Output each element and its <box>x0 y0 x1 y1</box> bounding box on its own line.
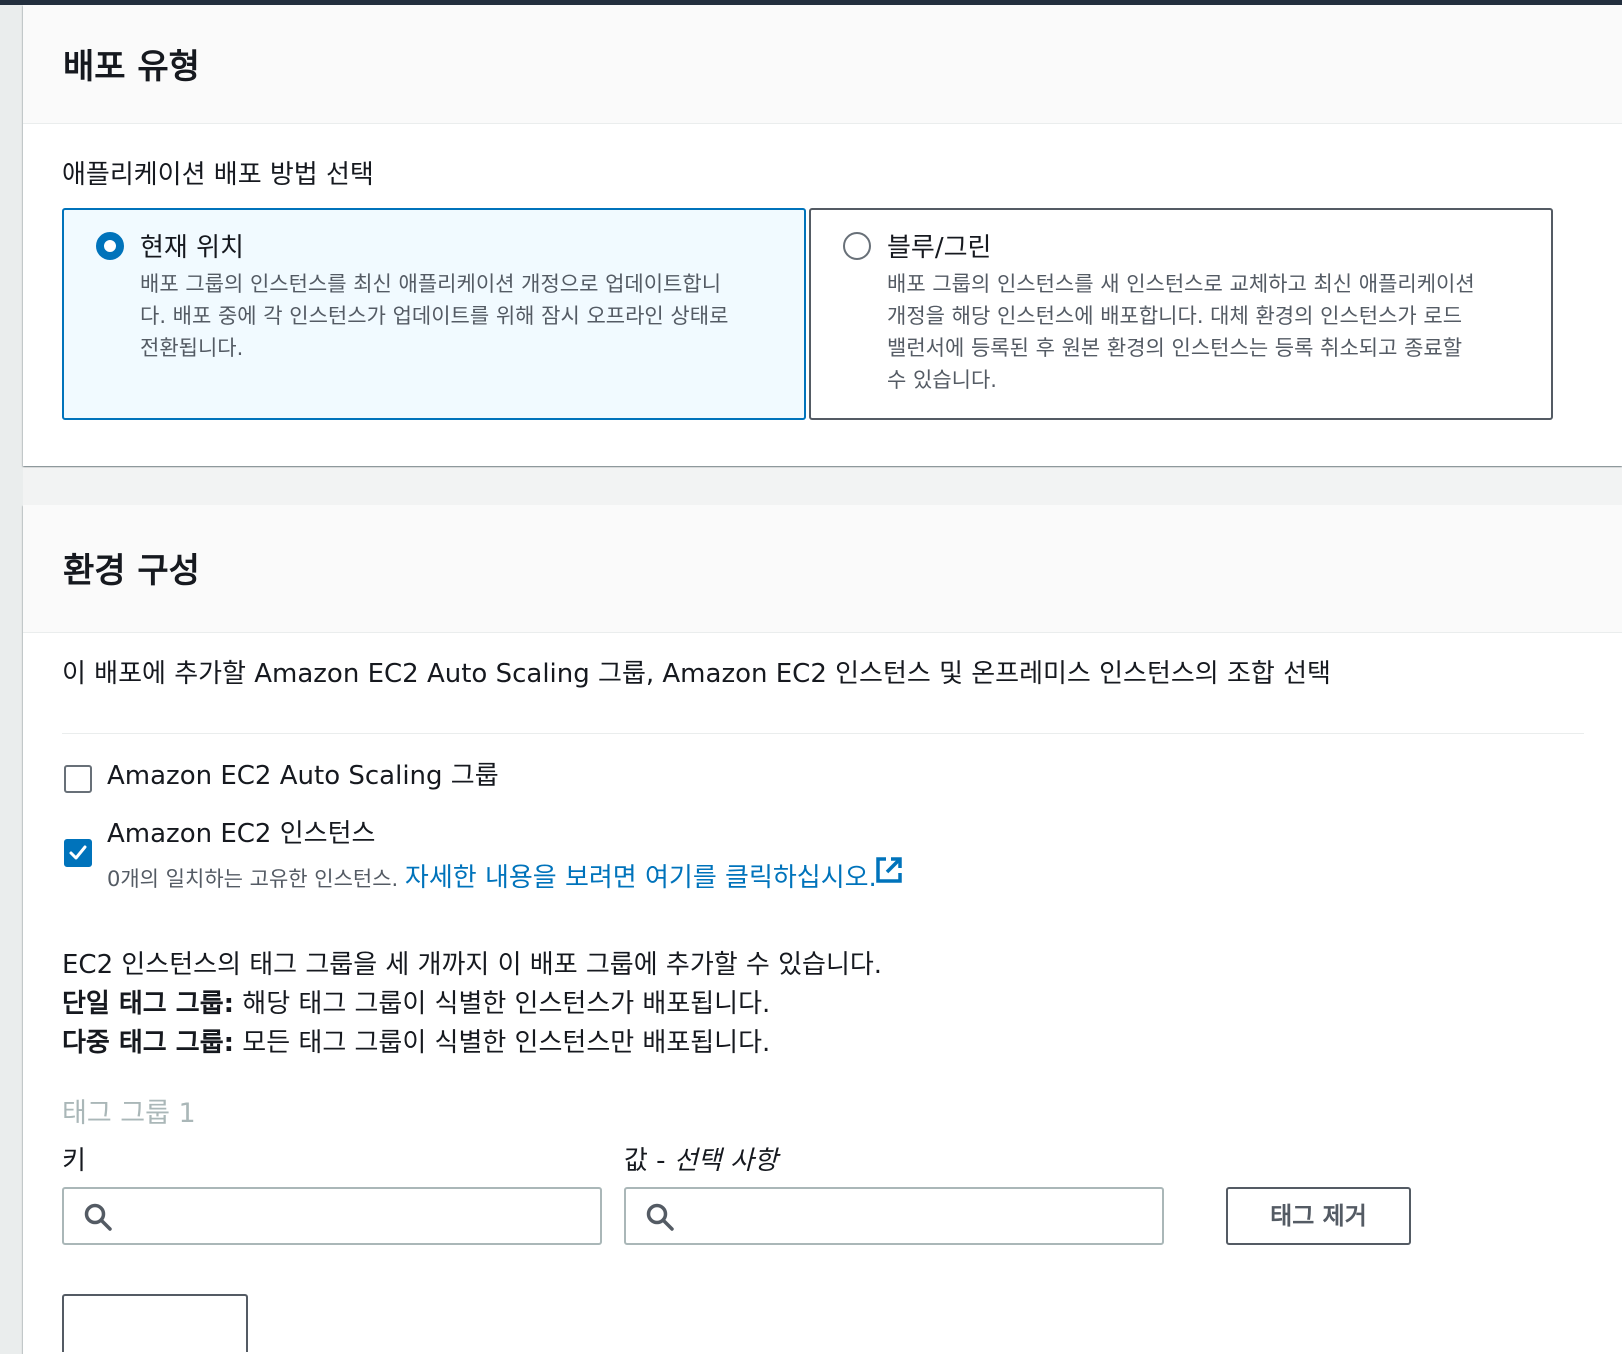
remove-tag-button[interactable]: 태그 제거 <box>1226 1187 1411 1245</box>
value-label: 값 - 선택 사항 <box>624 1140 778 1177</box>
ec2-instances-checkbox[interactable] <box>64 839 92 867</box>
external-link-icon[interactable] <box>874 855 904 885</box>
multiple-tag-groups-term: 다중 태그 그룹: <box>62 1028 235 1058</box>
tag-value-input[interactable] <box>690 1195 1154 1239</box>
multiple-tag-groups-info: 다중 태그 그룹: 모든 태그 그룹이 식별한 인스턴스만 배포됩니다. <box>62 1024 882 1063</box>
single-tag-group-info: 단일 태그 그룹: 해당 태그 그룹이 식별한 인스턴스가 배포됩니다. <box>62 985 882 1024</box>
multiple-tag-groups-description: 모든 태그 그룹이 식별한 인스턴스만 배포됩니다. <box>234 1028 771 1058</box>
deployment-type-header: 배포 유형 <box>23 5 1622 124</box>
tag-key-input[interactable] <box>128 1195 592 1239</box>
description-line: 전환됩니다. <box>140 336 244 360</box>
tag-groups-info-line: EC2 인스턴스의 태그 그룹을 세 개까지 이 배포 그룹에 추가할 수 있습… <box>62 950 883 980</box>
environment-configuration-title: 환경 구성 <box>63 551 200 591</box>
description-line: 배포 그룹의 인스턴스를 최신 애플리케이션 개정으로 업데이트합니 <box>140 272 722 296</box>
deployment-type-panel: 배포 유형 애플리케이션 배포 방법 선택 현재 위치 배포 그룹의 인스턴스를… <box>23 5 1622 466</box>
description-line: 수 있습니다. <box>887 368 997 392</box>
tag-groups-info: EC2 인스턴스의 태그 그룹을 세 개까지 이 배포 그룹에 추가할 수 있습… <box>62 946 882 1063</box>
in-place-option-description: 배포 그룹의 인스턴스를 최신 애플리케이션 개정으로 업데이트합니 다. 배포… <box>140 268 770 364</box>
description-line: 개정을 해당 인스턴스에 배포합니다. 대체 환경의 인스턴스가 로드 <box>887 304 1463 328</box>
tag-value-input-box[interactable] <box>624 1187 1164 1245</box>
auto-scaling-group-label[interactable]: Amazon EC2 Auto Scaling 그룹 <box>107 739 499 791</box>
description-line: 다. 배포 중에 각 인스턴스가 업데이트를 위해 잠시 오프라인 상태로 <box>140 304 729 328</box>
in-place-option-tile[interactable]: 현재 위치 배포 그룹의 인스턴스를 최신 애플리케이션 개정으로 업데이트합니… <box>62 208 806 420</box>
blue-green-option-tile[interactable]: 블루/그린 배포 그룹의 인스턴스를 새 인스턴스로 교체하고 최신 애플리케이… <box>809 208 1553 420</box>
description-line: 배포 그룹의 인스턴스를 새 인스턴스로 교체하고 최신 애플리케이션 <box>887 272 1475 296</box>
search-icon <box>646 1203 674 1231</box>
auto-scaling-group-label-text: Amazon EC2 Auto Scaling 그룹 <box>107 761 499 791</box>
key-label: 키 <box>62 1146 86 1176</box>
ec2-instances-label[interactable]: Amazon EC2 인스턴스 <box>107 813 375 850</box>
matching-instances-count: 0개의 일치하는 고유한 인스턴스. <box>107 867 399 891</box>
deployment-type-title: 배포 유형 <box>63 47 200 87</box>
auto-scaling-group-checkbox[interactable] <box>64 765 92 793</box>
deployment-method-prompt: 애플리케이션 배포 방법 선택 <box>62 160 374 190</box>
details-link[interactable]: 자세한 내용을 보려면 여기를 클릭하십시오. <box>405 863 877 893</box>
tag-group-heading: 태그 그룹 1 <box>62 1098 196 1129</box>
section-divider <box>62 733 1584 734</box>
check-icon <box>69 845 87 860</box>
blue-green-radio[interactable] <box>843 232 871 260</box>
left-navigation-rail <box>0 5 23 1354</box>
in-place-radio[interactable] <box>96 232 124 260</box>
tag-key-input-box[interactable] <box>62 1187 602 1245</box>
single-tag-group-description: 해당 태그 그룹이 식별한 인스턴스가 배포됩니다. <box>234 989 771 1019</box>
environment-prompt: 이 배포에 추가할 Amazon EC2 Auto Scaling 그룹, Am… <box>62 659 1331 689</box>
in-place-option-label: 현재 위치 <box>140 233 244 263</box>
search-icon <box>84 1203 112 1231</box>
description-line: 밸런서에 등록된 후 원본 환경의 인스턴스는 등록 취소되고 종료할 <box>887 336 1463 360</box>
blue-green-option-description: 배포 그룹의 인스턴스를 새 인스턴스로 교체하고 최신 애플리케이션 개정을 … <box>887 268 1517 396</box>
environment-configuration-panel: 환경 구성 이 배포에 추가할 Amazon EC2 Auto Scaling … <box>23 505 1622 1354</box>
add-tag-group-button[interactable] <box>62 1294 248 1352</box>
matching-instances-text: 0개의 일치하는 고유한 인스턴스. 자세한 내용을 보려면 여기를 클릭하십시… <box>107 857 877 894</box>
value-label-optional: 선택 사항 <box>673 1146 778 1176</box>
value-label-text: 값 - <box>624 1146 674 1176</box>
single-tag-group-term: 단일 태그 그룹: <box>62 989 235 1019</box>
environment-configuration-header: 환경 구성 <box>23 505 1622 633</box>
blue-green-option-label: 블루/그린 <box>887 233 992 263</box>
